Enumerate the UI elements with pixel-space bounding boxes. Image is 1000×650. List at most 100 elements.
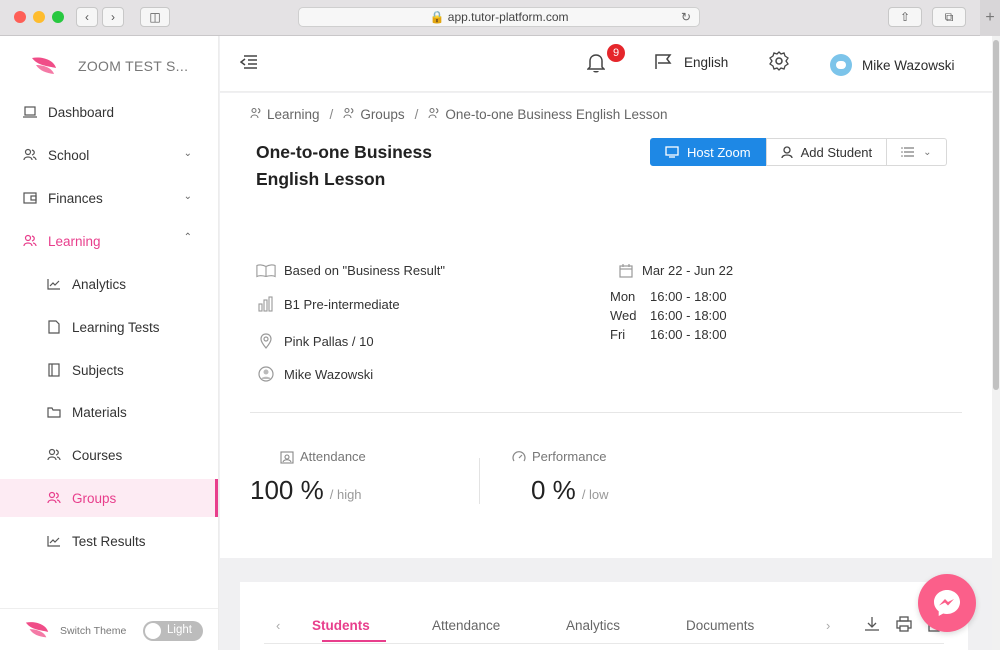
share-icon[interactable]: ⇧ [888, 7, 922, 27]
schedule-day: Fri [610, 327, 626, 342]
schedule-day: Wed [610, 308, 637, 323]
lock-icon: 🔒 [429, 10, 445, 24]
sidebar-item-label: Dashboard [48, 104, 115, 120]
brand-logo-icon [25, 622, 49, 638]
level-info: B1 Pre-intermediate [256, 296, 400, 312]
gear-icon[interactable] [769, 51, 789, 71]
room-info: Pink Pallas / 10 [256, 333, 374, 349]
tab-attendance[interactable]: Attendance [432, 618, 500, 633]
messenger-chat-button[interactable] [918, 574, 976, 632]
tabs-prev-icon[interactable]: ‹ [276, 618, 280, 633]
date-range: Mar 22 - Jun 22 [618, 263, 733, 278]
file-icon [46, 319, 62, 335]
new-tab-icon[interactable]: + [980, 0, 1000, 36]
sidebar-item-dashboard[interactable]: Dashboard [0, 93, 218, 131]
location-pin-icon [256, 333, 276, 349]
wallet-icon [22, 190, 38, 206]
sidebar-item-analytics[interactable]: Analytics [0, 265, 218, 303]
user-menu[interactable]: Mike Wazowski [830, 54, 955, 76]
maximize-window-button[interactable] [52, 11, 64, 23]
stats-divider [479, 458, 480, 504]
sidebar-item-materials[interactable]: Materials [0, 393, 218, 431]
sidebar-item-label: Finances [48, 190, 103, 206]
messenger-icon [934, 590, 960, 616]
more-options-button[interactable]: ⌄ [887, 138, 947, 166]
scrollbar-thumb[interactable] [993, 40, 999, 390]
sidebar-item-label: Materials [72, 404, 127, 420]
tab-documents[interactable]: Documents [686, 618, 754, 633]
lesson-card: Learning / Groups / One-to-one Business … [220, 93, 992, 558]
breadcrumb: Learning / Groups / One-to-one Business … [250, 107, 668, 122]
reload-icon[interactable]: ↻ [681, 8, 691, 26]
sidebar-item-finances[interactable]: Finances ⌄ [0, 179, 218, 217]
sidebar-toggle-icon[interactable]: ◫ [140, 7, 170, 27]
language-selector[interactable]: English [654, 54, 728, 70]
book-icon [46, 362, 62, 378]
sidebar-item-label: Test Results [72, 533, 146, 549]
print-icon[interactable] [896, 616, 912, 632]
line-chart-icon [46, 533, 62, 549]
schedule-time: 16:00 - 18:00 [650, 308, 727, 323]
sidebar-item-label: Groups [72, 490, 117, 506]
level-text: B1 Pre-intermediate [284, 296, 400, 312]
tabs-overview-icon[interactable]: ⧉ [932, 7, 966, 27]
bar-chart-icon [256, 296, 276, 312]
back-icon[interactable]: ‹ [76, 7, 98, 27]
schedule-row: Fri 16:00 - 18:00 [610, 325, 727, 344]
menu-collapse-icon[interactable] [240, 55, 258, 69]
people-icon [22, 233, 38, 249]
top-header: 9 English Mike Wazowski [220, 36, 992, 92]
sidebar-item-label: Learning Tests [72, 319, 160, 335]
avatar [830, 54, 852, 76]
schedule-time: 16:00 - 18:00 [650, 327, 727, 342]
schedule-time: 16:00 - 18:00 [650, 289, 727, 304]
language-label: English [684, 54, 729, 70]
breadcrumb-groups[interactable]: Groups [360, 107, 404, 122]
tab-students[interactable]: Students [312, 618, 370, 633]
people-icon [250, 107, 262, 122]
toggle-label: Light [167, 624, 192, 636]
tabs-next-icon[interactable]: › [826, 618, 830, 633]
theme-toggle[interactable]: Light [143, 621, 203, 641]
performance-note: / low [581, 487, 609, 502]
screen-icon [665, 146, 679, 158]
browser-toolbar: ‹ › ◫ 🔒 app.tutor-platform.com ↻ ⇧ ⧉ + [0, 0, 1000, 36]
sidebar-item-label: Analytics [72, 276, 127, 292]
sidebar-item-label: Learning [48, 233, 101, 249]
page-title: One-to-one Business English Lesson [256, 142, 432, 189]
performance-percent: 0 % [531, 475, 576, 505]
notification-badge: 9 [607, 44, 625, 62]
minimize-window-button[interactable] [33, 11, 45, 23]
calendar-icon [618, 263, 634, 278]
folder-icon [46, 404, 62, 420]
date-range-text: Mar 22 - Jun 22 [642, 263, 734, 278]
sidebar-item-courses[interactable]: Courses [0, 436, 218, 474]
host-zoom-button[interactable]: Host Zoom [650, 138, 766, 166]
sidebar-item-subjects[interactable]: Subjects [0, 351, 218, 389]
forward-icon[interactable]: › [102, 7, 124, 27]
sidebar-item-groups[interactable]: Groups [0, 479, 218, 517]
flag-icon [655, 54, 672, 69]
people-icon [22, 147, 38, 163]
address-bar[interactable]: 🔒 app.tutor-platform.com ↻ [298, 7, 700, 27]
attendance-label-text: Attendance [300, 449, 366, 464]
course-info: Based on "Business Result" [256, 263, 445, 278]
bell-icon[interactable] [587, 53, 605, 73]
user-circle-icon [256, 366, 276, 382]
schedule-list: Mon 16:00 - 18:00 Wed 16:00 - 18:00 Fri 16:… [610, 287, 727, 344]
tab-analytics[interactable]: Analytics [566, 618, 620, 633]
sidebar: ZOOM TEST S... Dashboard School ⌄ Financ… [0, 36, 219, 650]
schedule-row: Wed 16:00 - 18:00 [610, 306, 727, 325]
download-icon[interactable] [864, 616, 880, 632]
sidebar-item-learning-tests[interactable]: Learning Tests [0, 308, 218, 346]
teacher-text: Mike Wazowski [284, 366, 374, 382]
sidebar-item-school[interactable]: School ⌄ [0, 136, 218, 174]
sidebar-item-test-results[interactable]: Test Results [0, 522, 218, 560]
schedule-day: Mon [610, 289, 636, 304]
open-book-icon [256, 263, 276, 278]
add-student-button[interactable]: Add Student [765, 138, 888, 166]
close-window-button[interactable] [14, 11, 26, 23]
attendance-value: 100 % / high [250, 475, 362, 506]
sidebar-item-learning[interactable]: Learning ⌃ [0, 222, 218, 260]
breadcrumb-learning[interactable]: Learning [267, 107, 320, 122]
